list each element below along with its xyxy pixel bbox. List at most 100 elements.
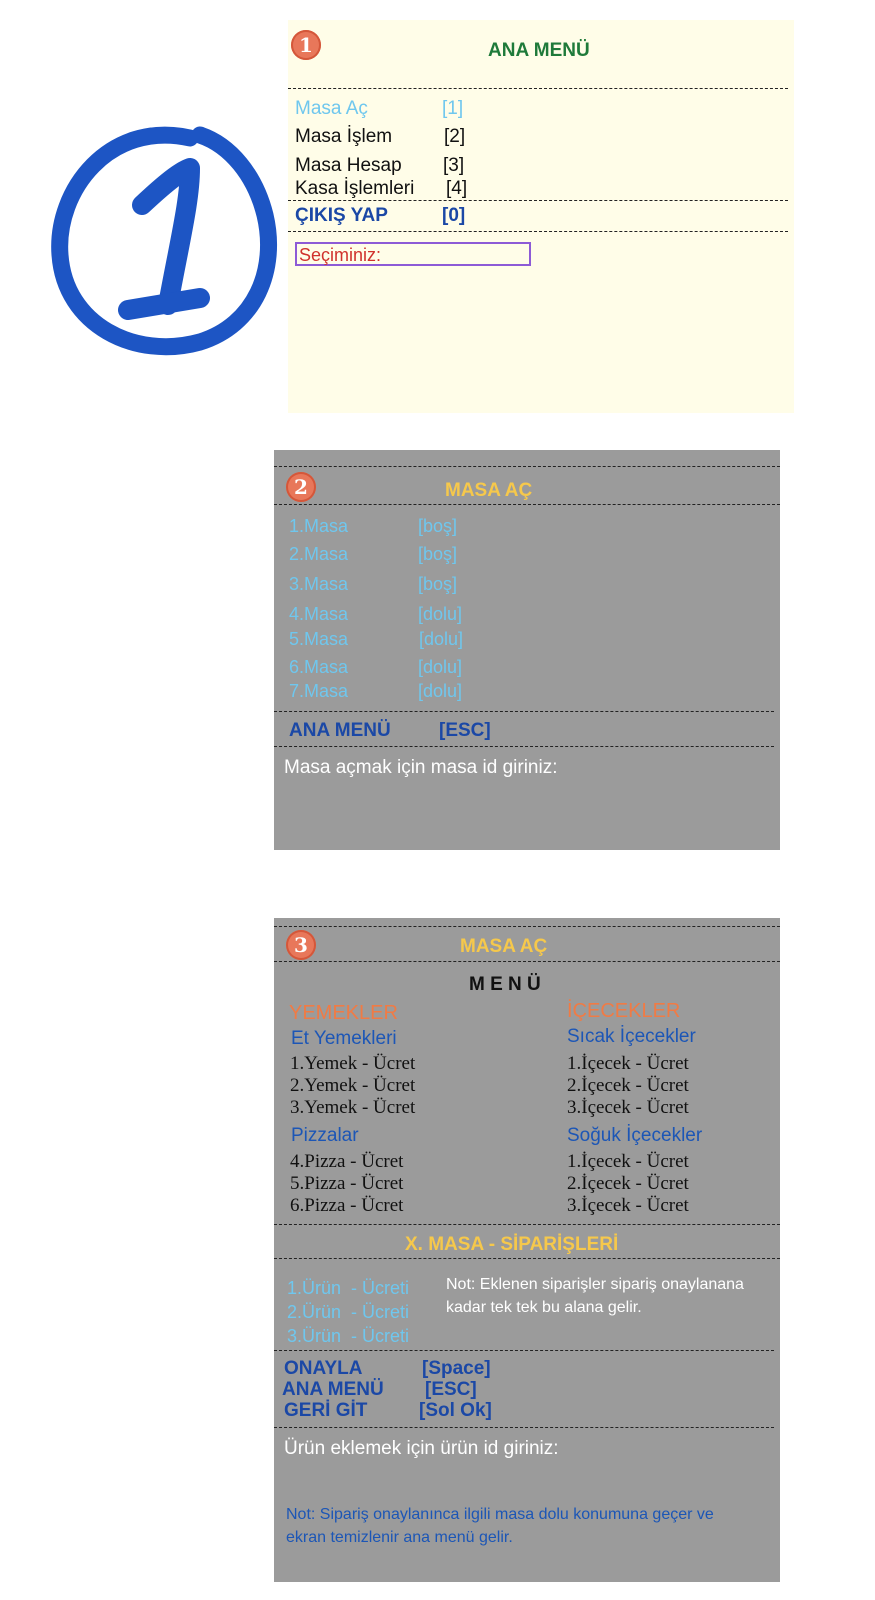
menu-item-label: Kasa İşlemleri — [295, 178, 415, 199]
menu-item[interactable]: 3.İçecek - Ücret — [567, 1097, 689, 1119]
menu-item-kasa-islemleri[interactable]: Kasa İşlemleri [4] — [295, 178, 467, 200]
table-status: [boş] — [418, 516, 458, 536]
menu-item[interactable]: 1.Yemek - Ücret — [290, 1053, 415, 1075]
menu-item-label: ÇIKIŞ YAP — [295, 205, 388, 226]
main-menu-shortcut[interactable]: ANA MENÜ [ESC] — [282, 1379, 477, 1401]
back-shortcut[interactable]: GERİ GİT [Sol Ok] — [284, 1400, 492, 1422]
table-status: [dolu] — [419, 629, 464, 649]
menu-item-label: Masa Aç — [295, 98, 368, 119]
footer-note-line: Not: Sipariş onaylanınca ilgili masa dol… — [286, 1506, 714, 1523]
table-row[interactable]: 3.Masa [boş] — [289, 574, 457, 595]
divider — [274, 1427, 774, 1428]
divider — [288, 88, 788, 89]
menu-item-label: Masa Hesap — [295, 155, 402, 176]
menu-item[interactable]: 3.İçecek - Ücret — [567, 1195, 689, 1217]
table-name: 3.Masa — [289, 574, 349, 594]
shortcut-key: [Space] — [422, 1358, 491, 1379]
table-status: [dolu] — [418, 657, 463, 677]
menu-item-key: [0] — [442, 205, 466, 226]
table-row[interactable]: 5.Masa [dolu] — [289, 629, 463, 650]
food-group-et: Et Yemekleri — [291, 1028, 397, 1049]
menu-item[interactable]: 2.Yemek - Ücret — [290, 1075, 415, 1097]
menu-item[interactable]: 2.İçecek - Ücret — [567, 1075, 689, 1097]
menu-item[interactable]: 3.Yemek - Ücret — [290, 1097, 415, 1119]
shortcut-label: GERİ GİT — [284, 1400, 368, 1421]
shortcut-key: [Sol Ok] — [419, 1400, 492, 1421]
main-menu-shortcut[interactable]: ANA MENÜ [ESC] — [289, 720, 491, 742]
food-heading: YEMEKLER — [289, 1002, 398, 1024]
drink-group-cold: Soğuk İçecekler — [567, 1125, 703, 1146]
orders-note-line: Not: Eklenen siparişler sipariş onaylana… — [446, 1276, 744, 1293]
divider — [274, 504, 780, 505]
circled-one-icon — [51, 126, 277, 356]
divider — [274, 926, 780, 927]
table-name: 2.Masa — [289, 544, 349, 564]
menu-item-label: Masa İşlem — [295, 126, 393, 147]
table-status: [dolu] — [418, 604, 463, 624]
divider — [274, 1224, 780, 1225]
table-row[interactable]: 1.Masa [boş] — [289, 516, 457, 537]
footer-note-line: ekran temizlenir ana menü gelir. — [286, 1529, 513, 1546]
menu-item[interactable]: 4.Pizza - Ücret — [290, 1151, 403, 1173]
divider — [274, 746, 774, 747]
step-badge: 2 — [286, 472, 316, 502]
table-status: [boş] — [418, 574, 458, 594]
divider — [274, 1258, 780, 1259]
confirm-shortcut[interactable]: ONAYLA [Space] — [284, 1358, 491, 1380]
table-row[interactable]: 6.Masa [dolu] — [289, 657, 462, 678]
table-name: 5.Masa — [289, 629, 349, 649]
menu-item-key: [2] — [444, 126, 466, 147]
menu-item-key: [3] — [443, 155, 465, 176]
shortcut-key: [ESC] — [425, 1379, 477, 1400]
order-item[interactable]: 3.Ürün - Ücreti — [287, 1326, 409, 1347]
menu-item-exit[interactable]: ÇIKIŞ YAP [0] — [295, 205, 465, 227]
menu-item-masa-ac[interactable]: Masa Aç [1] — [295, 98, 463, 120]
table-status: [dolu] — [418, 681, 463, 701]
shortcut-label: ANA MENÜ — [282, 1379, 384, 1400]
drinks-heading: İÇECEKLER — [567, 1000, 681, 1022]
shortcut-label: ONAYLA — [284, 1358, 363, 1379]
divider — [274, 1350, 774, 1351]
menu-item-key: [1] — [442, 98, 464, 119]
step-badge: 1 — [291, 30, 321, 60]
table-row[interactable]: 2.Masa [boş] — [289, 544, 457, 565]
product-id-prompt[interactable]: Ürün eklemek için ürün id giriniz: — [284, 1438, 559, 1460]
menu-item-masa-islem[interactable]: Masa İşlem [2] — [295, 126, 465, 148]
menu-item[interactable]: 1.İçecek - Ücret — [567, 1053, 689, 1075]
food-group-pizza: Pizzalar — [291, 1125, 359, 1146]
panel-title: MASA AÇ — [460, 936, 548, 957]
menu-item-key: [4] — [446, 178, 468, 199]
divider — [288, 231, 788, 232]
table-name: 6.Masa — [289, 657, 349, 677]
table-name: 1.Masa — [289, 516, 349, 536]
panel-title: MASA AÇ — [445, 480, 533, 501]
order-item[interactable]: 2.Ürün - Ücreti — [287, 1302, 409, 1323]
menu-item[interactable]: 2.İçecek - Ücret — [567, 1173, 689, 1195]
order-item[interactable]: 1.Ürün - Ücreti — [287, 1278, 409, 1299]
shortcut-label: ANA MENÜ — [289, 720, 391, 741]
table-status: [boş] — [418, 544, 458, 564]
menu-item-masa-hesap[interactable]: Masa Hesap [3] — [295, 155, 464, 177]
selection-input[interactable]: Seçiminiz: — [295, 242, 531, 266]
menu-item[interactable]: 6.Pizza - Ücret — [290, 1195, 403, 1217]
table-id-prompt[interactable]: Masa açmak için masa id giriniz: — [284, 757, 557, 779]
drink-group-hot: Sıcak İçecekler — [567, 1026, 696, 1047]
table-name: 7.Masa — [289, 681, 349, 701]
open-table-panel: 2 MASA AÇ 1.Masa [boş] 2.Masa [boş] 3.Ma… — [274, 450, 780, 850]
divider — [274, 711, 774, 712]
divider — [274, 961, 780, 962]
menu-item[interactable]: 5.Pizza - Ücret — [290, 1173, 403, 1195]
panel-title: ANA MENÜ — [488, 40, 590, 61]
orders-note-line: kadar tek tek bu alana gelir. — [446, 1299, 642, 1316]
menu-item[interactable]: 1.İçecek - Ücret — [567, 1151, 689, 1173]
shortcut-key: [ESC] — [439, 720, 491, 741]
table-row[interactable]: 4.Masa [dolu] — [289, 604, 462, 625]
order-panel: 3 MASA AÇ M E N Ü YEMEKLER Et Yemekleri … — [274, 918, 780, 1582]
divider — [288, 200, 788, 201]
step-badge: 3 — [286, 930, 316, 960]
main-menu-panel: 1 ANA MENÜ Masa Aç [1] Masa İşlem [2] Ma… — [288, 20, 794, 413]
table-name: 4.Masa — [289, 604, 349, 624]
selection-prompt: Seçiminiz: — [299, 245, 382, 265]
table-row[interactable]: 7.Masa [dolu] — [289, 681, 462, 702]
menu-title: M E N Ü — [469, 974, 541, 995]
